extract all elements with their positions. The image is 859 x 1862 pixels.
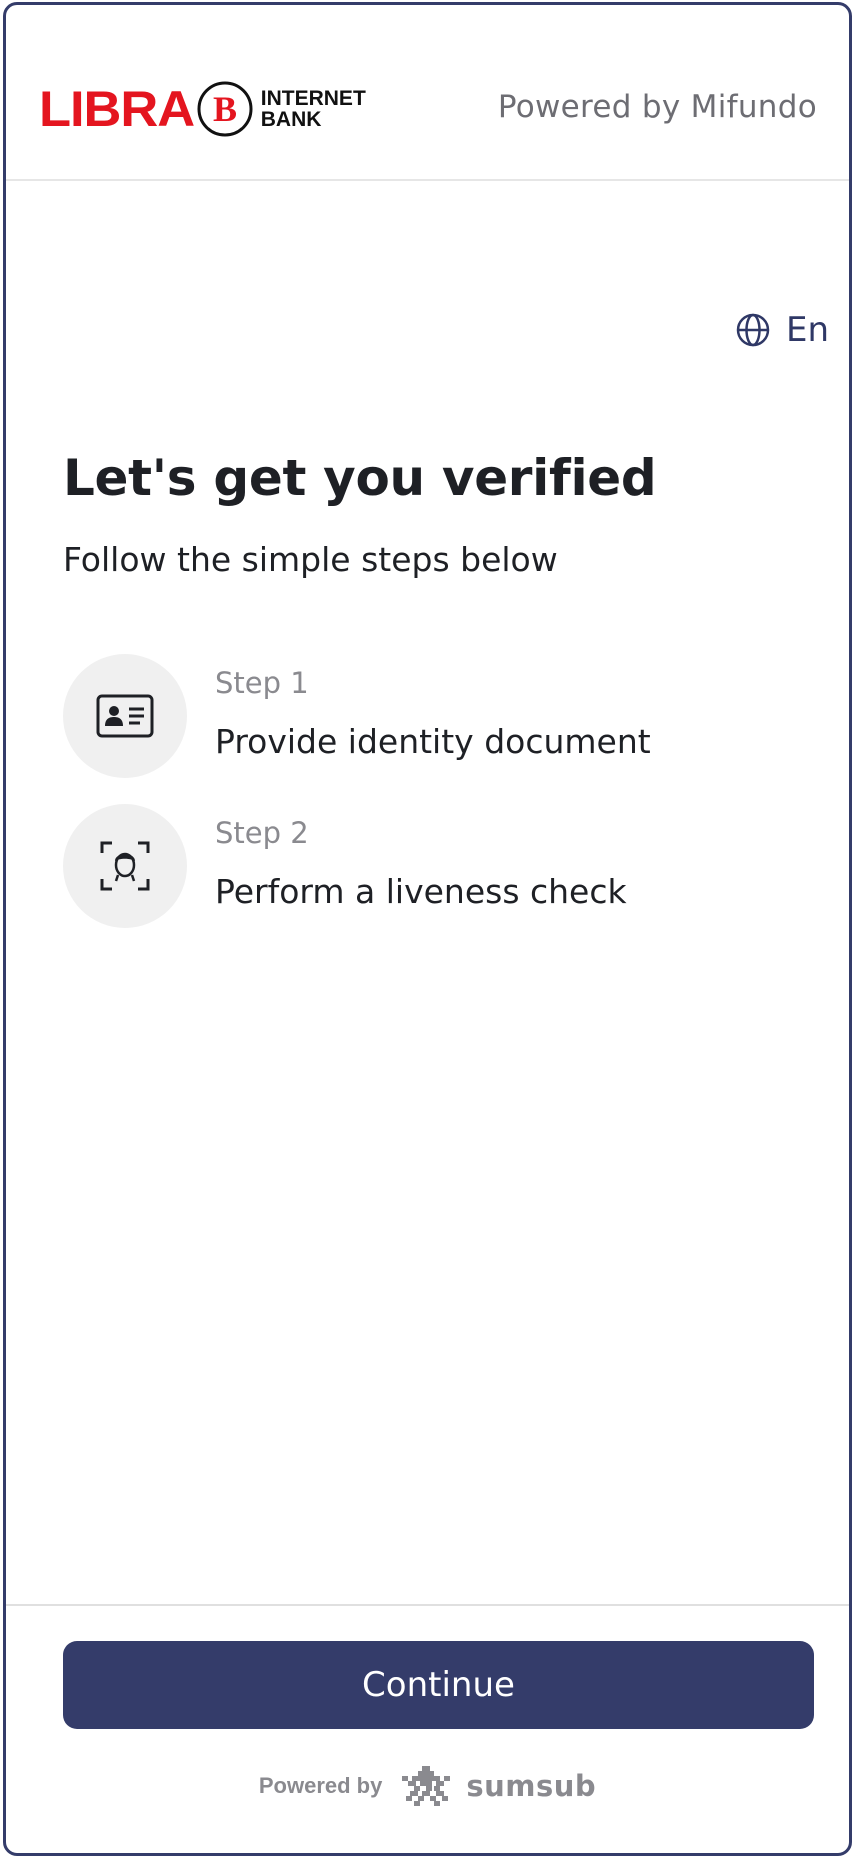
sumsub-brand: sumsub xyxy=(398,1766,596,1806)
logo-emblem-icon: B xyxy=(197,81,253,137)
step-1-description: Provide identity document xyxy=(215,722,651,761)
id-card-icon xyxy=(96,694,154,738)
sumsub-powered-label: Powered by xyxy=(258,1773,383,1798)
logo-tagline-line1: INTERNET xyxy=(260,87,366,110)
sumsub-logo-icon xyxy=(402,1766,451,1806)
globe-icon xyxy=(736,313,770,347)
page-subtitle: Follow the simple steps below xyxy=(63,540,558,579)
powered-by-mifundo: Powered by Mifundo xyxy=(497,89,817,125)
step-1: Step 1 Provide identity document xyxy=(63,654,783,778)
page-title: Let's get you verified xyxy=(63,449,657,507)
header: LIBRA B INTERNET BANK Powered by Mifundo xyxy=(6,5,849,181)
svg-text:B: B xyxy=(213,89,237,129)
powered-by-sumsub: Powered by sumsub xyxy=(6,1766,849,1806)
step-2: Step 2 Perform a liveness check xyxy=(63,804,783,928)
sumsub-wordmark: sumsub xyxy=(466,1769,597,1803)
logo-tagline-line2: BANK xyxy=(260,108,322,131)
footer-divider xyxy=(6,1604,849,1606)
step-2-description: Perform a liveness check xyxy=(215,872,627,911)
step-2-number: Step 2 xyxy=(215,816,309,850)
step-1-icon-circle xyxy=(63,654,187,778)
step-2-icon-circle xyxy=(63,804,187,928)
language-label: En xyxy=(785,310,829,350)
continue-button[interactable]: Continue xyxy=(63,1641,814,1729)
logo-tagline: INTERNET BANK xyxy=(261,88,366,130)
step-1-number: Step 1 xyxy=(215,666,309,700)
libra-internet-bank-logo: LIBRA B INTERNET BANK xyxy=(39,76,366,142)
verification-window: LIBRA B INTERNET BANK Powered by Mifundo… xyxy=(3,2,852,1856)
face-scan-icon xyxy=(100,841,150,891)
logo-wordmark: LIBRA xyxy=(39,81,195,137)
language-selector[interactable]: En xyxy=(736,310,829,350)
